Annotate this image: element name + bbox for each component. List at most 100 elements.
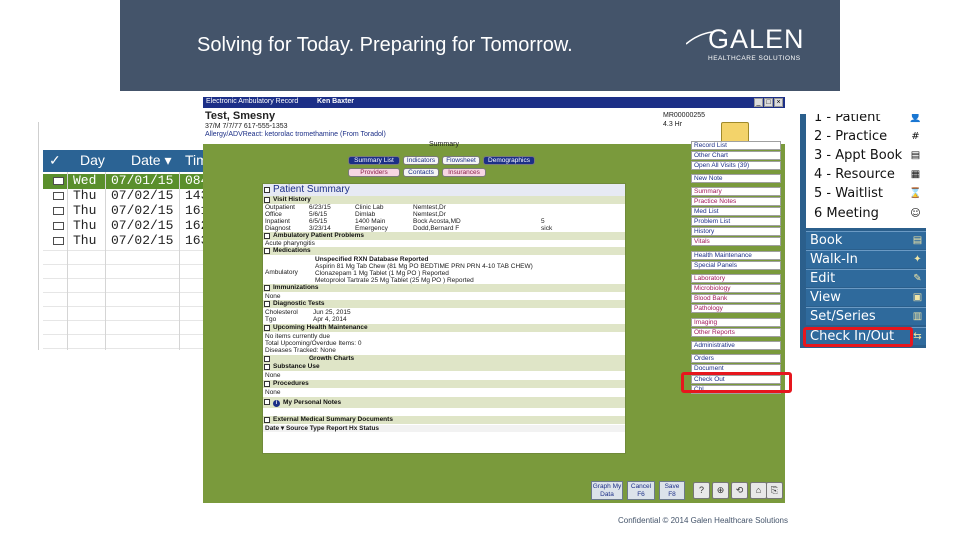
section-diagnostic-tests[interactable]: Diagnostic Tests xyxy=(263,300,625,308)
visit-row[interactable]: Diagnost 3/23/14 Emergency Dodd,Bernard Fsi… xyxy=(263,225,625,232)
hm-row: Total Upcoming/Overdue Items: 0 xyxy=(265,340,362,347)
chart-navigation: Record List Other Chart Open All Visits … xyxy=(691,141,781,399)
other-chart-button[interactable]: Other Chart xyxy=(691,151,781,160)
collapse-box[interactable] xyxy=(264,301,270,307)
menu-item-appt-book[interactable]: 3 - Appt Book ▤ xyxy=(810,147,924,166)
section-growth-charts[interactable]: Growth Charts xyxy=(263,355,625,363)
button-label: Set/Series xyxy=(810,309,876,324)
special-panels-button[interactable]: Special Panels xyxy=(691,261,781,270)
tab-providers[interactable]: Providers xyxy=(348,168,400,177)
print-icon[interactable]: ⊕ xyxy=(712,482,729,499)
vitals-button[interactable]: Vitals xyxy=(691,237,781,246)
section-visit-history[interactable]: Visit History xyxy=(263,196,625,204)
imaging-button[interactable]: Imaging xyxy=(691,318,781,327)
tab-contacts[interactable]: Contacts xyxy=(403,168,439,177)
test-row[interactable]: Tgo Apr 4, 2014 xyxy=(263,316,625,323)
row-checkbox[interactable] xyxy=(53,237,64,245)
row-date: 07/02/15 xyxy=(111,188,174,203)
collapse-box[interactable] xyxy=(264,233,270,239)
med-list-button[interactable]: Med List xyxy=(691,207,781,216)
row-checkbox[interactable] xyxy=(53,222,64,230)
record-list-button[interactable]: Record List xyxy=(691,141,781,150)
external-docs-columns[interactable]: Date ▾ Source Type Report Hx Status xyxy=(263,425,625,432)
close-icon[interactable]: × xyxy=(774,98,783,107)
collapse-box[interactable] xyxy=(264,248,270,254)
col-day[interactable]: Day xyxy=(80,152,105,168)
section-problems[interactable]: Ambulatory Patient Problems xyxy=(263,232,625,240)
section-medications[interactable]: Medications xyxy=(263,247,625,255)
menu-item-resource[interactable]: 4 - Resource ▦ xyxy=(810,166,924,185)
allergy-line[interactable]: Allergy/ADVReact: ketorolac tromethamine… xyxy=(205,131,386,138)
section-immunizations[interactable]: Immunizations xyxy=(263,284,625,292)
tab-insurances[interactable]: Insurances xyxy=(442,168,486,177)
collapse-box[interactable] xyxy=(264,197,270,203)
collapse-box[interactable] xyxy=(264,381,270,387)
graph-my-data-button[interactable]: Graph My Data xyxy=(591,481,623,500)
med-row[interactable]: Aspirin 81 Mg Tab Chew (81 Mg PO BEDTIME… xyxy=(263,263,625,270)
menu-item-practice[interactable]: 2 - Practice # xyxy=(810,128,924,147)
refresh-icon[interactable]: ⟲ xyxy=(731,482,748,499)
edit-button[interactable]: Edit ✎ xyxy=(806,269,926,287)
new-note-button[interactable]: New Note xyxy=(691,174,781,183)
mrn: MR00000255 xyxy=(663,112,706,119)
view-button[interactable]: View ▣ xyxy=(806,288,926,306)
section-personal-notes[interactable]: i My Personal Notes xyxy=(263,397,625,408)
collapse-box[interactable] xyxy=(264,364,270,370)
walk-in-button[interactable]: Walk-In ✦ xyxy=(806,250,926,268)
problem-row[interactable]: Acute pharyngitis xyxy=(263,240,625,247)
save-button[interactable]: Save F8 xyxy=(659,481,685,500)
tab-demographics[interactable]: Demographics xyxy=(483,156,535,165)
microbiology-button[interactable]: Microbiology xyxy=(691,284,781,293)
visit-row[interactable]: Outpatient 6/23/15 Clinic Lab Nemtest,Dr xyxy=(263,204,625,211)
tab-indicators[interactable]: Indicators xyxy=(403,156,439,165)
section-substance-use[interactable]: Substance Use xyxy=(263,363,625,371)
open-all-visits-button[interactable]: Open All Visits (39) xyxy=(691,161,781,170)
col-date[interactable]: Date ▾ xyxy=(131,152,172,169)
visit-row[interactable]: Office 5/6/15 Dimlab Nemtest,Dr xyxy=(263,211,625,218)
summary-button[interactable]: Summary xyxy=(691,187,781,196)
laboratory-button[interactable]: Laboratory xyxy=(691,274,781,283)
test-row[interactable]: Cholesterol Jun 25, 2015 xyxy=(263,309,625,316)
administrative-button[interactable]: Administrative xyxy=(691,341,781,350)
set-series-button[interactable]: Set/Series ▥ xyxy=(806,307,926,325)
cancel-button[interactable]: Cancel F6 xyxy=(627,481,655,500)
section-health-maintenance[interactable]: Upcoming Health Maintenance xyxy=(263,324,625,332)
section-procedures[interactable]: Procedures xyxy=(263,380,625,388)
row-checkbox[interactable] xyxy=(53,207,64,215)
collapse-box[interactable] xyxy=(264,187,270,193)
minimize-icon[interactable]: _ xyxy=(754,98,763,107)
tab-flowsheet[interactable]: Flowsheet xyxy=(442,156,480,165)
other-reports-button[interactable]: Other Reports xyxy=(691,328,781,337)
maximize-icon[interactable]: □ xyxy=(764,98,773,107)
menu-item-meeting[interactable]: 6 Meeting ☺ xyxy=(810,205,924,224)
col-check[interactable]: ✓ xyxy=(49,152,61,169)
tab-summary-list[interactable]: Summary List xyxy=(348,156,400,165)
pathology-button[interactable]: Pathology xyxy=(691,304,781,313)
row-checkbox[interactable] xyxy=(53,177,64,185)
collapse-box[interactable] xyxy=(264,356,270,362)
menu-item-patient[interactable]: 1 - Patient 👤 xyxy=(810,114,924,128)
row-date: 07/02/15 xyxy=(111,233,174,248)
section-external-docs[interactable]: External Medical Summary Documents xyxy=(263,416,625,424)
collapse-box[interactable] xyxy=(264,417,270,423)
history-button[interactable]: History xyxy=(691,227,781,236)
home-icon[interactable]: ⌂ xyxy=(750,482,767,499)
menu-item-waitlist[interactable]: 5 - Waitlist ⌛ xyxy=(810,185,924,204)
med-row[interactable]: Metoprolol Tartrate 25 Mg Tablet (25 Mg … xyxy=(263,277,625,284)
row-checkbox[interactable] xyxy=(53,192,64,200)
collapse-box[interactable] xyxy=(264,325,270,331)
med-row[interactable]: Clonazepam 1 Mg Tablet (1 Mg PO ) Report… xyxy=(263,270,625,277)
collapse-box[interactable] xyxy=(264,399,270,405)
health-maintenance-button[interactable]: Health Maintenance xyxy=(691,251,781,260)
book-button[interactable]: Book ▤ xyxy=(806,231,926,249)
help-icon[interactable]: ? xyxy=(693,482,710,499)
problem-list-button[interactable]: Problem List xyxy=(691,217,781,226)
practice-notes-button[interactable]: Practice Notes xyxy=(691,197,781,206)
orders-button[interactable]: Orders xyxy=(691,354,781,363)
series-icon: ▥ xyxy=(912,311,923,322)
menu-item-label: 3 - Appt Book xyxy=(814,148,903,163)
copy-icon[interactable]: ⎘ xyxy=(766,482,783,499)
blood-bank-button[interactable]: Blood Bank xyxy=(691,294,781,303)
visit-row[interactable]: Inpatient 6/5/15 1400 Main Bock Acosta,MD 5 xyxy=(263,218,625,225)
collapse-box[interactable] xyxy=(264,285,270,291)
